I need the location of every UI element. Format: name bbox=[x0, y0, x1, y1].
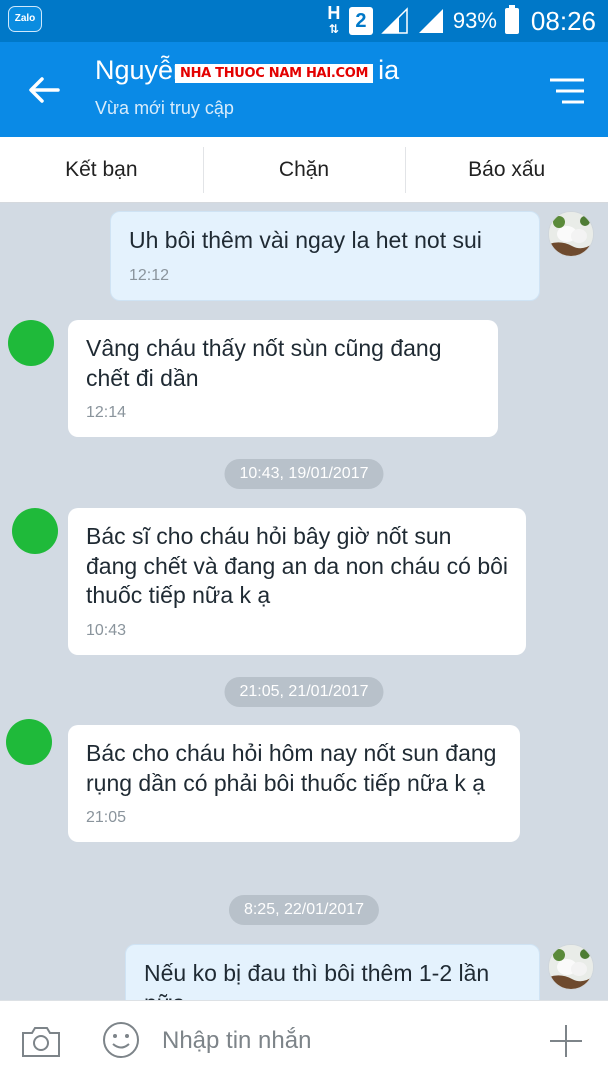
my-avatar[interactable] bbox=[548, 211, 594, 257]
message-bubble-outgoing[interactable]: Nếu ko bị đau thì bôi thêm 1-2 lần nữa bbox=[125, 944, 540, 1000]
message-time: 12:14 bbox=[86, 404, 127, 421]
message-text: Nếu ko bị đau thì bôi thêm 1-2 lần nữa bbox=[144, 960, 490, 1000]
zalo-notification-icon: Zalo bbox=[8, 6, 42, 32]
avatar-photo-icon bbox=[549, 945, 593, 989]
my-avatar[interactable] bbox=[548, 944, 594, 990]
message-bubble-incoming[interactable]: Vâng cháu thấy nốt sùn cũng đang chết đi… bbox=[68, 320, 498, 437]
emoji-icon[interactable] bbox=[102, 1021, 140, 1059]
network-type-icon: H ⇅ bbox=[327, 3, 341, 36]
camera-icon[interactable] bbox=[20, 1023, 62, 1059]
message-time: 10:43 bbox=[86, 621, 127, 639]
date-separator: 8:25, 22/01/2017 bbox=[228, 895, 380, 925]
signal-icon bbox=[381, 7, 408, 34]
battery-percent: 93% bbox=[452, 8, 497, 33]
message-text: Bác sĩ cho cháu hỏi bây giờ nốt sun đang… bbox=[86, 523, 509, 608]
sim-indicator: 2 bbox=[348, 7, 373, 35]
avatar-photo-icon bbox=[549, 212, 593, 256]
message-bubble-outgoing[interactable]: Uh bôi thêm vài ngay la het not sui 12:1… bbox=[110, 211, 540, 301]
contact-name-tail: ia bbox=[378, 55, 400, 85]
plus-icon[interactable] bbox=[548, 1023, 584, 1059]
date-separator: 21:05, 21/01/2017 bbox=[224, 677, 384, 707]
message-text: Bác cho cháu hỏi hôm nay nốt sun đang rụ… bbox=[86, 740, 497, 796]
last-seen-status: Vừa mới truy cập bbox=[95, 98, 234, 118]
status-bar: Zalo H ⇅ 2 93% 08:26 bbox=[0, 0, 608, 42]
date-separator: 10:43, 19/01/2017 bbox=[224, 459, 384, 489]
message-bubble-incoming[interactable]: Bác sĩ cho cháu hỏi bây giờ nốt sun đang… bbox=[68, 508, 526, 655]
signal-icon bbox=[418, 9, 443, 33]
watermark: NHA THUOC NAM HAI.COM bbox=[175, 64, 374, 83]
message-input[interactable] bbox=[162, 1019, 522, 1063]
message-bubble-incoming[interactable]: Bác cho cháu hỏi hôm nay nốt sun đang rụ… bbox=[68, 725, 520, 842]
chat-header: Nguyễn ia NHA THUOC NAM HAI.COM Vừa mới t… bbox=[0, 42, 608, 137]
message-text: Uh bôi thêm vài ngay la het not sui bbox=[129, 227, 482, 253]
contact-avatar[interactable] bbox=[6, 719, 52, 765]
contact-avatar[interactable] bbox=[12, 508, 58, 554]
block-button[interactable]: Chặn bbox=[202, 137, 406, 202]
report-button[interactable]: Báo xấu bbox=[405, 137, 608, 202]
clock: 08:26 bbox=[530, 5, 596, 36]
message-text: Vâng cháu thấy nốt sùn cũng đang chết đi… bbox=[86, 335, 442, 391]
message-time: 21:05 bbox=[86, 809, 127, 826]
contact-avatar[interactable] bbox=[8, 320, 54, 366]
battery-icon bbox=[504, 5, 519, 34]
status-icons: H ⇅ 2 93% 08:26 bbox=[327, 0, 596, 42]
message-list[interactable]: Uh bôi thêm vài ngay la het not sui 12:1… bbox=[0, 204, 608, 1000]
back-arrow-icon[interactable] bbox=[24, 70, 64, 110]
message-time: 12:12 bbox=[129, 266, 170, 284]
message-composer bbox=[0, 1000, 608, 1080]
menu-icon[interactable] bbox=[548, 76, 586, 106]
contact-actions: Kết bạn Chặn Báo xấu bbox=[0, 137, 608, 203]
add-friend-button[interactable]: Kết bạn bbox=[0, 137, 203, 202]
